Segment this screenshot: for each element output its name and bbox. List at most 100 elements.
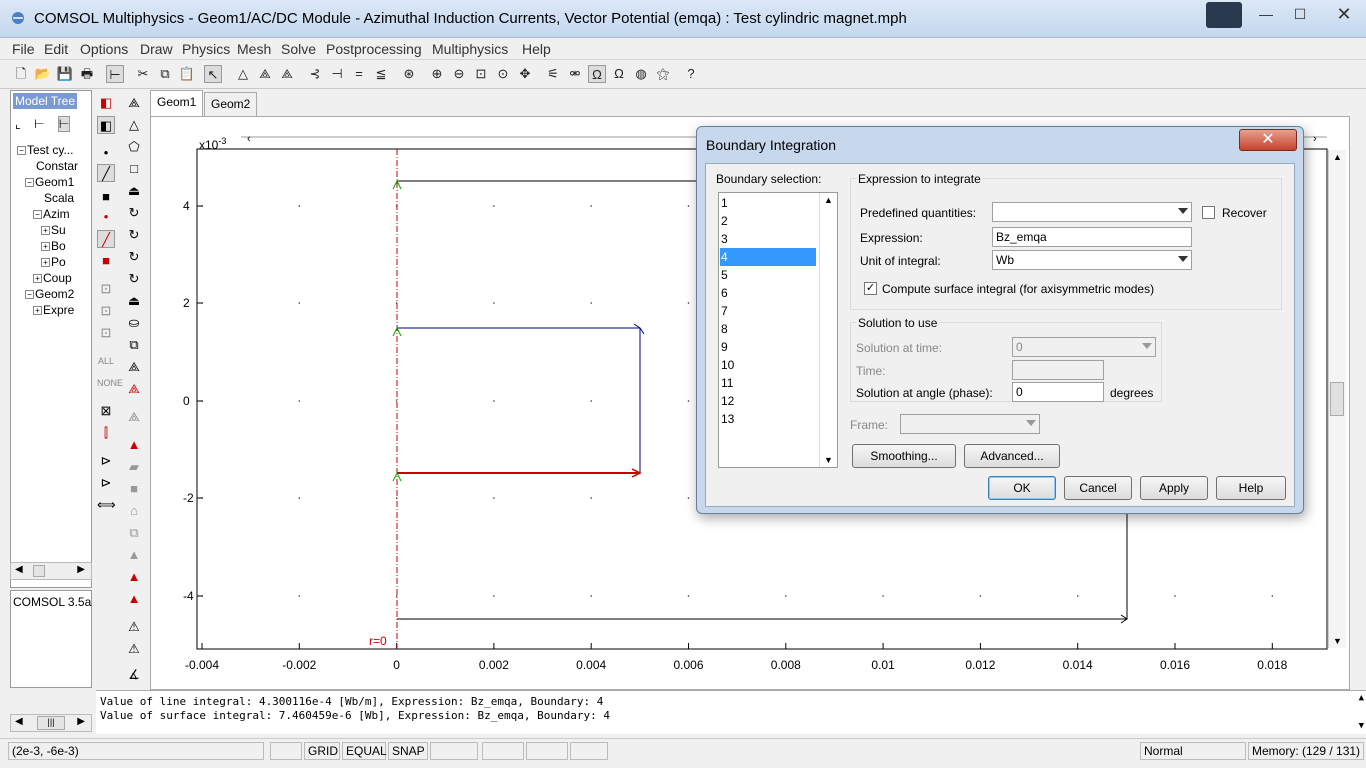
tree-item[interactable]: Scala	[33, 191, 74, 205]
point-icon[interactable]: •	[97, 144, 115, 162]
dialog-close-button[interactable]: ✕	[1239, 129, 1297, 151]
expand-icon[interactable]: +	[33, 306, 42, 315]
animate-icon[interactable]: ⚝	[654, 65, 672, 83]
equation-system-icon[interactable]: ≦	[372, 65, 390, 83]
grid-toggle[interactable]: GRID	[304, 742, 340, 760]
model-tree-toggle-icon[interactable]: ⊢	[106, 65, 124, 83]
scroll-right-icon[interactable]: ▶	[77, 716, 85, 727]
zoom-out-icon[interactable]: ⊖	[450, 65, 468, 83]
stack-icon[interactable]: ⧉	[125, 524, 143, 542]
measure-icon[interactable]: ⟺	[97, 496, 116, 514]
tree-item[interactable]: + Coup	[33, 271, 72, 285]
menu-solve[interactable]: Solve	[281, 41, 316, 57]
square-red-icon[interactable]: ■	[97, 252, 115, 270]
mesh-refine-icon[interactable]: ⟁	[125, 408, 143, 426]
zoom-in-icon[interactable]: ⊕	[428, 65, 446, 83]
boundary-list-item[interactable]: 4	[720, 248, 816, 266]
boundary-list-item[interactable]: 1	[720, 194, 816, 212]
scroll-up-icon[interactable]: ▲	[824, 195, 833, 205]
mesh-sphere-icon[interactable]: ◍	[632, 65, 650, 83]
triangle-red-2-icon[interactable]: ▲	[125, 590, 143, 608]
tree-item[interactable]: Constar	[25, 159, 78, 173]
tab-geom2[interactable]: Geom2	[204, 92, 258, 116]
polygon-icon[interactable]: ⬠	[125, 138, 143, 156]
tree-item[interactable]: − Test cy...	[17, 143, 73, 157]
select-pointer-icon[interactable]: ↖	[204, 65, 222, 83]
menu-options[interactable]: Options	[80, 41, 128, 57]
triangle-outline-icon[interactable]: △	[125, 116, 143, 134]
scroll-right-icon[interactable]: ›	[1313, 133, 1317, 145]
revolve-icon[interactable]: ⛀	[125, 314, 143, 332]
unit-select[interactable]: Wb	[992, 250, 1192, 270]
tree-view-detail-icon[interactable]: ⊢	[34, 117, 44, 131]
fillet-icon[interactable]: ⊡	[97, 280, 115, 298]
solve-icon[interactable]: ⊛	[400, 65, 418, 83]
mesh-triangle-icon[interactable]: ⟁	[125, 358, 143, 376]
house-icon[interactable]: ⌂	[125, 502, 143, 520]
pan-icon[interactable]: ✥	[516, 65, 534, 83]
copy-geometry-icon[interactable]: ⊳	[97, 474, 115, 492]
warning-icon[interactable]: ⚠	[125, 618, 143, 636]
scroll-left-icon[interactable]: ‹	[247, 133, 251, 145]
scale-icon[interactable]: ⊠	[97, 402, 115, 420]
warning-2-icon[interactable]: ⚠	[125, 640, 143, 658]
zoom-window-icon[interactable]: ⊡	[472, 65, 490, 83]
tree-view-simple-icon[interactable]: ⌞	[15, 117, 21, 131]
boundary-list-item[interactable]: 10	[720, 356, 816, 374]
boundary-list-item[interactable]: 2	[720, 212, 816, 230]
tree-item[interactable]: + Su	[41, 223, 66, 237]
canvas-vertical-scrollbar[interactable]: ▲ ▼	[1328, 150, 1346, 648]
list-scrollbar[interactable]: ▲ ▼	[819, 193, 837, 467]
solution-time-select[interactable]: 0	[1012, 337, 1156, 357]
scroll-left-icon[interactable]: ◀	[15, 716, 23, 727]
expand-icon[interactable]: +	[41, 258, 50, 267]
tree-item[interactable]: − Geom2	[25, 287, 74, 301]
boundary-list[interactable]: 1 2 3 4 5 6 7 8 9 10 11 12 13 ▲ ▼	[718, 192, 838, 468]
collapse-icon[interactable]: −	[33, 210, 42, 219]
tangent-icon[interactable]: ⊡	[97, 324, 115, 342]
mesh-remove-icon[interactable]: ⟁	[125, 380, 143, 398]
rotate-3-icon[interactable]: ↻	[125, 248, 143, 266]
new-file-icon[interactable]: 🗋	[12, 65, 30, 83]
tree-view-full-icon[interactable]: ⊢	[57, 116, 71, 132]
close-window-button[interactable]: ✕	[1330, 4, 1358, 26]
angle-icon[interactable]: ∡	[125, 666, 143, 684]
scroll-down-icon[interactable]: ▼	[824, 455, 833, 465]
menu-mesh[interactable]: Mesh	[237, 41, 271, 57]
boundary-list-item[interactable]: 7	[720, 302, 816, 320]
tree-item[interactable]: + Bo	[41, 239, 66, 253]
scroll-down-icon[interactable]: ▼	[1333, 636, 1342, 646]
menu-file[interactable]: File	[12, 41, 35, 57]
tree-item[interactable]: + Po	[41, 255, 66, 269]
thermometer-icon[interactable]: ⫿	[97, 424, 115, 442]
menu-help[interactable]: Help	[522, 41, 551, 57]
omega-icon[interactable]: Ω	[610, 65, 628, 83]
physics-boundary-icon[interactable]: ⊣	[328, 65, 346, 83]
boundary-mode-icon[interactable]: ◧	[97, 116, 115, 134]
draw-mode-icon[interactable]: ◧	[97, 94, 115, 112]
scroll-thumb[interactable]: |||	[37, 716, 65, 730]
tree-item[interactable]: − Azim	[33, 207, 70, 221]
boundary-list-item[interactable]: 3	[720, 230, 816, 248]
point-red-icon[interactable]: •	[97, 208, 115, 226]
open-folder-icon[interactable]: 📂	[34, 65, 52, 83]
boundary-list-item[interactable]: 13	[720, 410, 816, 428]
select-none-icon[interactable]: NONE	[97, 374, 123, 392]
menu-edit[interactable]: Edit	[44, 41, 68, 57]
line-red-icon[interactable]: ╱	[97, 230, 115, 248]
rotate-2-icon[interactable]: ↻	[125, 226, 143, 244]
scroll-left-icon[interactable]: ◀	[15, 564, 23, 575]
frame-select[interactable]	[900, 414, 1040, 434]
array-icon[interactable]: ⏏	[125, 292, 143, 310]
scroll-thumb[interactable]	[33, 565, 45, 577]
expand-icon[interactable]: +	[41, 226, 50, 235]
copy-icon[interactable]: ⧉	[156, 65, 174, 83]
tree-item[interactable]: − Geom1	[25, 175, 74, 189]
print-icon[interactable]: 🖶	[78, 65, 96, 83]
block-icon[interactable]: ■	[125, 480, 143, 498]
menu-postprocessing[interactable]: Postprocessing	[326, 41, 422, 57]
boundary-list-item[interactable]: 8	[720, 320, 816, 338]
apply-button[interactable]: Apply	[1140, 476, 1208, 500]
collapse-icon[interactable]: −	[25, 290, 34, 299]
help-button[interactable]: Help	[1216, 476, 1286, 500]
